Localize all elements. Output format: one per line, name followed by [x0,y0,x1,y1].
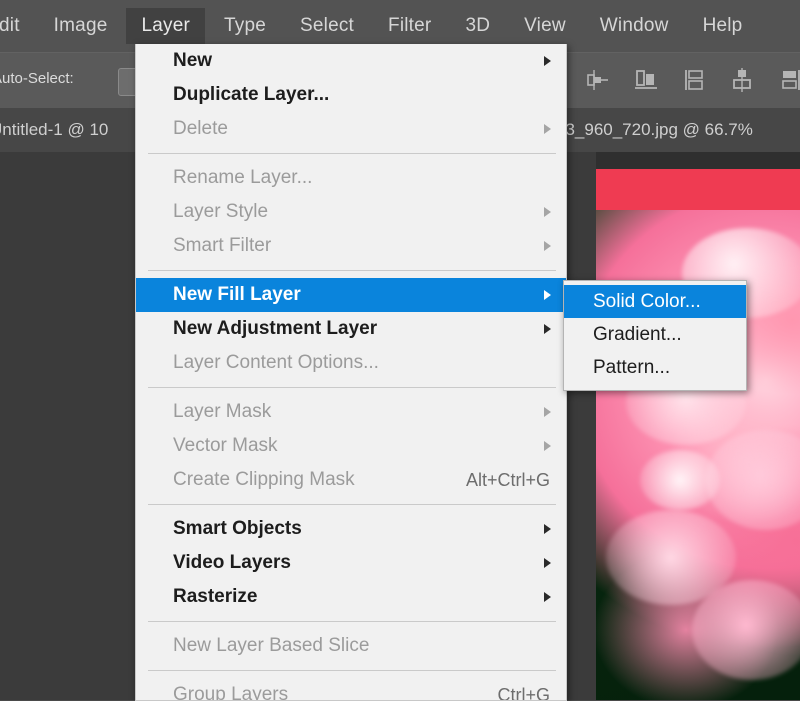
submenu-item-pattern[interactable]: Pattern... [564,351,746,384]
menu-item-shortcut: Ctrl+G [497,685,550,701]
menu-item-rasterize[interactable]: Rasterize [136,580,566,614]
menu-bar-item-view[interactable]: View [509,8,581,44]
menu-item-label: Layer Mask [173,401,271,423]
menu-item-label: Delete [173,118,228,140]
submenu-arrow-icon [544,558,551,568]
align-vertical-centers-icon[interactable] [584,66,612,94]
menu-item-label: New Adjustment Layer [173,318,377,340]
submenu-arrow-icon [544,207,551,217]
submenu-arrow-icon [544,407,551,417]
menu-item-label: Duplicate Layer... [173,84,329,106]
menu-item-new-layer-based-slice: New Layer Based Slice [136,629,566,663]
menu-item-layer-style: Layer Style [136,195,566,229]
menu-item-vector-mask: Vector Mask [136,429,566,463]
menu-item-new-adjustment-layer[interactable]: New Adjustment Layer [136,312,566,346]
menu-item-group-layers: Group Layers Ctrl+G [136,678,566,701]
align-vertical-centers-distribute-icon[interactable] [728,66,756,94]
menu-item-label: Smart Objects [173,518,302,540]
menu-item-label: Smart Filter [173,235,271,257]
submenu-arrow-icon [544,124,551,134]
align-top-edges-icon[interactable] [680,66,708,94]
menu-item-label: Vector Mask [173,435,278,457]
submenu-arrow-icon [544,524,551,534]
document-tab-jpg[interactable]: 43_960_720.jpg @ 66.7% [556,108,753,152]
menu-item-rename-layer: Rename Layer... [136,161,566,195]
menu-item-label: Layer Style [173,201,268,223]
menu-separator [148,621,556,622]
menu-item-new-fill-layer[interactable]: New Fill Layer [136,278,566,312]
menu-bar-item-window[interactable]: Window [585,8,684,44]
menu-item-new[interactable]: New [136,44,566,78]
photo-top-band [596,152,800,212]
menu-separator [148,153,556,154]
menu-item-label: Create Clipping Mask [173,469,355,491]
menu-separator [148,270,556,271]
menu-item-label: Group Layers [173,684,288,701]
auto-select-label: Auto-Select: [0,70,74,87]
align-bottom-edges-icon[interactable] [776,66,800,94]
menu-bar-item-image[interactable]: Image [39,8,123,44]
menu-separator [148,670,556,671]
menu-item-shortcut: Alt+Ctrl+G [466,470,550,491]
menu-item-delete: Delete [136,112,566,146]
new-fill-layer-submenu[interactable]: Solid Color...Gradient...Pattern... [563,280,747,391]
menu-bar-item-select[interactable]: Select [285,8,369,44]
menu-item-label: Layer Content Options... [173,352,379,374]
menu-bar-item-type[interactable]: Type [209,8,281,44]
menu-bar-item-filter[interactable]: Filter [373,8,446,44]
document-tab-untitled[interactable]: Untitled-1 @ 10 [0,108,108,152]
document-window [596,152,800,700]
menu-item-smart-objects[interactable]: Smart Objects [136,512,566,546]
menu-item-label: Video Layers [173,552,291,574]
submenu-item-solid-color[interactable]: Solid Color... [564,285,746,318]
layer-menu-dropdown[interactable]: New Duplicate Layer... Delete Rename Layer.… [135,44,567,701]
submenu-arrow-icon [544,592,551,602]
align-tool-group [584,66,800,94]
menu-separator [148,387,556,388]
menu-separator [148,504,556,505]
menu-item-label: Rename Layer... [173,167,312,189]
submenu-arrow-icon [544,241,551,251]
align-left-edges-icon[interactable] [632,66,660,94]
menu-item-smart-filter: Smart Filter [136,229,566,263]
menu-item-create-clipping-mask: Create Clipping Mask Alt+Ctrl+G [136,463,566,497]
menu-item-label: Rasterize [173,586,258,608]
submenu-arrow-icon [544,56,551,66]
menu-bar-item-help[interactable]: Help [688,8,758,44]
menu-bar-item-layer[interactable]: Layer [126,8,205,44]
menu-item-label: New [173,50,212,72]
menu-item-label: New Fill Layer [173,284,301,306]
submenu-arrow-icon [544,441,551,451]
photoshop-workspace: ditImageLayerTypeSelectFilter3DViewWindo… [0,0,800,700]
menu-item-video-layers[interactable]: Video Layers [136,546,566,580]
menu-bar-item-dit[interactable]: dit [0,8,35,44]
submenu-item-gradient[interactable]: Gradient... [564,318,746,351]
submenu-arrow-icon [544,290,551,300]
menu-item-duplicate-layer[interactable]: Duplicate Layer... [136,78,566,112]
menu-item-layer-mask: Layer Mask [136,395,566,429]
submenu-arrow-icon [544,324,551,334]
menu-item-layer-content-options: Layer Content Options... [136,346,566,380]
menu-bar-item-3d[interactable]: 3D [450,8,505,44]
menu-item-label: New Layer Based Slice [173,635,369,657]
